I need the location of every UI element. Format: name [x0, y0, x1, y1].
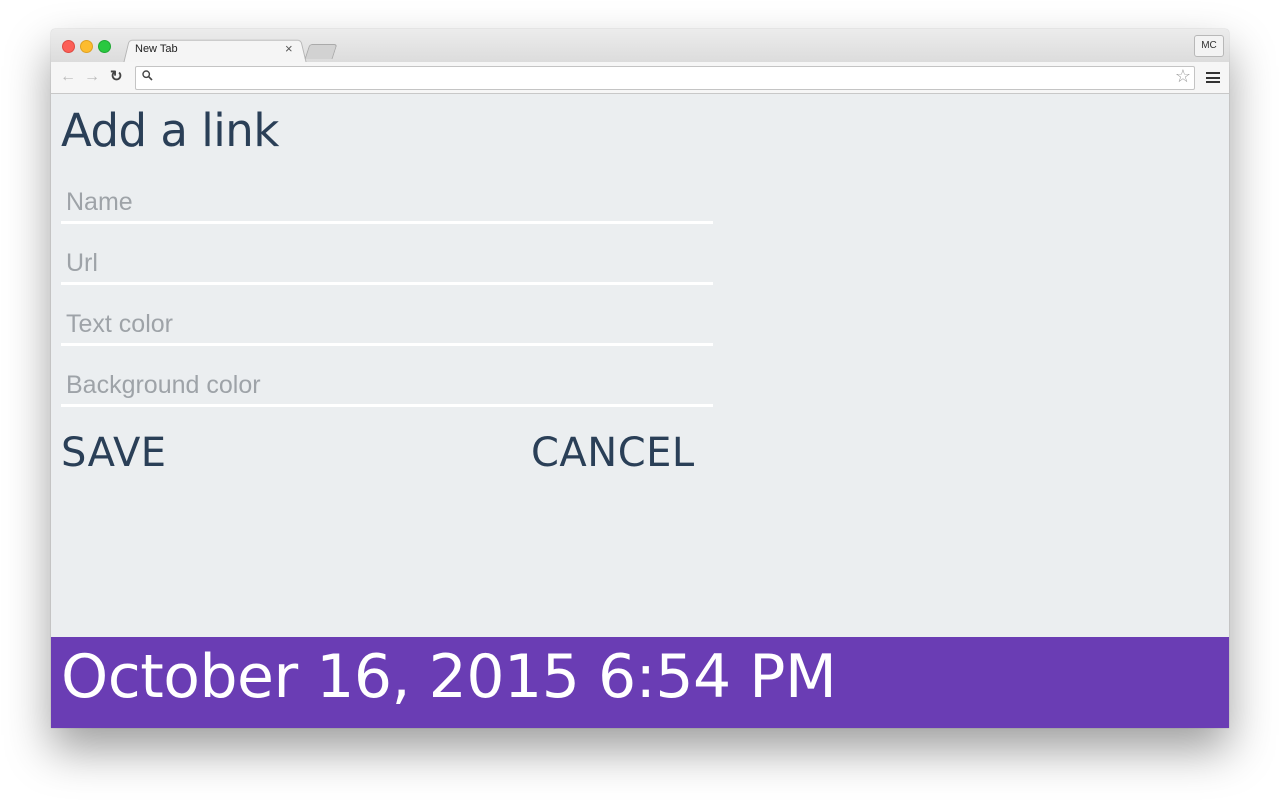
address-bar[interactable]: ☆ — [135, 66, 1195, 90]
cancel-button[interactable]: CANCEL — [531, 430, 695, 476]
bookmark-star-icon[interactable]: ☆ — [1175, 66, 1191, 87]
page-title: Add a link — [61, 104, 279, 157]
page-content: Add a link SAVE CANCEL — [51, 94, 1229, 728]
close-window-button[interactable] — [62, 40, 75, 53]
tab-close-icon[interactable]: × — [285, 41, 293, 56]
name-field[interactable] — [61, 184, 713, 224]
forward-arrow-icon[interactable]: → — [84, 66, 100, 88]
search-icon — [142, 69, 153, 84]
maximize-window-button[interactable] — [98, 40, 111, 53]
back-arrow-icon[interactable]: ← — [60, 66, 76, 88]
clock-bar: October 16, 2015 6:54 PM — [51, 637, 1229, 728]
profile-button[interactable]: MC — [1194, 35, 1224, 57]
url-field[interactable] — [61, 245, 713, 285]
hamburger-menu-icon[interactable] — [1206, 72, 1220, 83]
date-time-display: October 16, 2015 6:54 PM — [61, 642, 837, 712]
browser-toolbar: ← → ↻ ☆ — [51, 62, 1229, 94]
minimize-window-button[interactable] — [80, 40, 93, 53]
background-color-field[interactable] — [61, 367, 713, 407]
text-color-field[interactable] — [61, 306, 713, 346]
browser-window: New Tab × MC ← → ↻ ☆ Add a link SAVE CAN — [51, 29, 1229, 728]
new-tab-button[interactable] — [304, 44, 338, 59]
tab-strip: New Tab × MC — [51, 29, 1229, 64]
tab-title[interactable]: New Tab — [135, 43, 178, 55]
reload-icon[interactable]: ↻ — [110, 66, 123, 88]
save-button[interactable]: SAVE — [61, 430, 167, 476]
